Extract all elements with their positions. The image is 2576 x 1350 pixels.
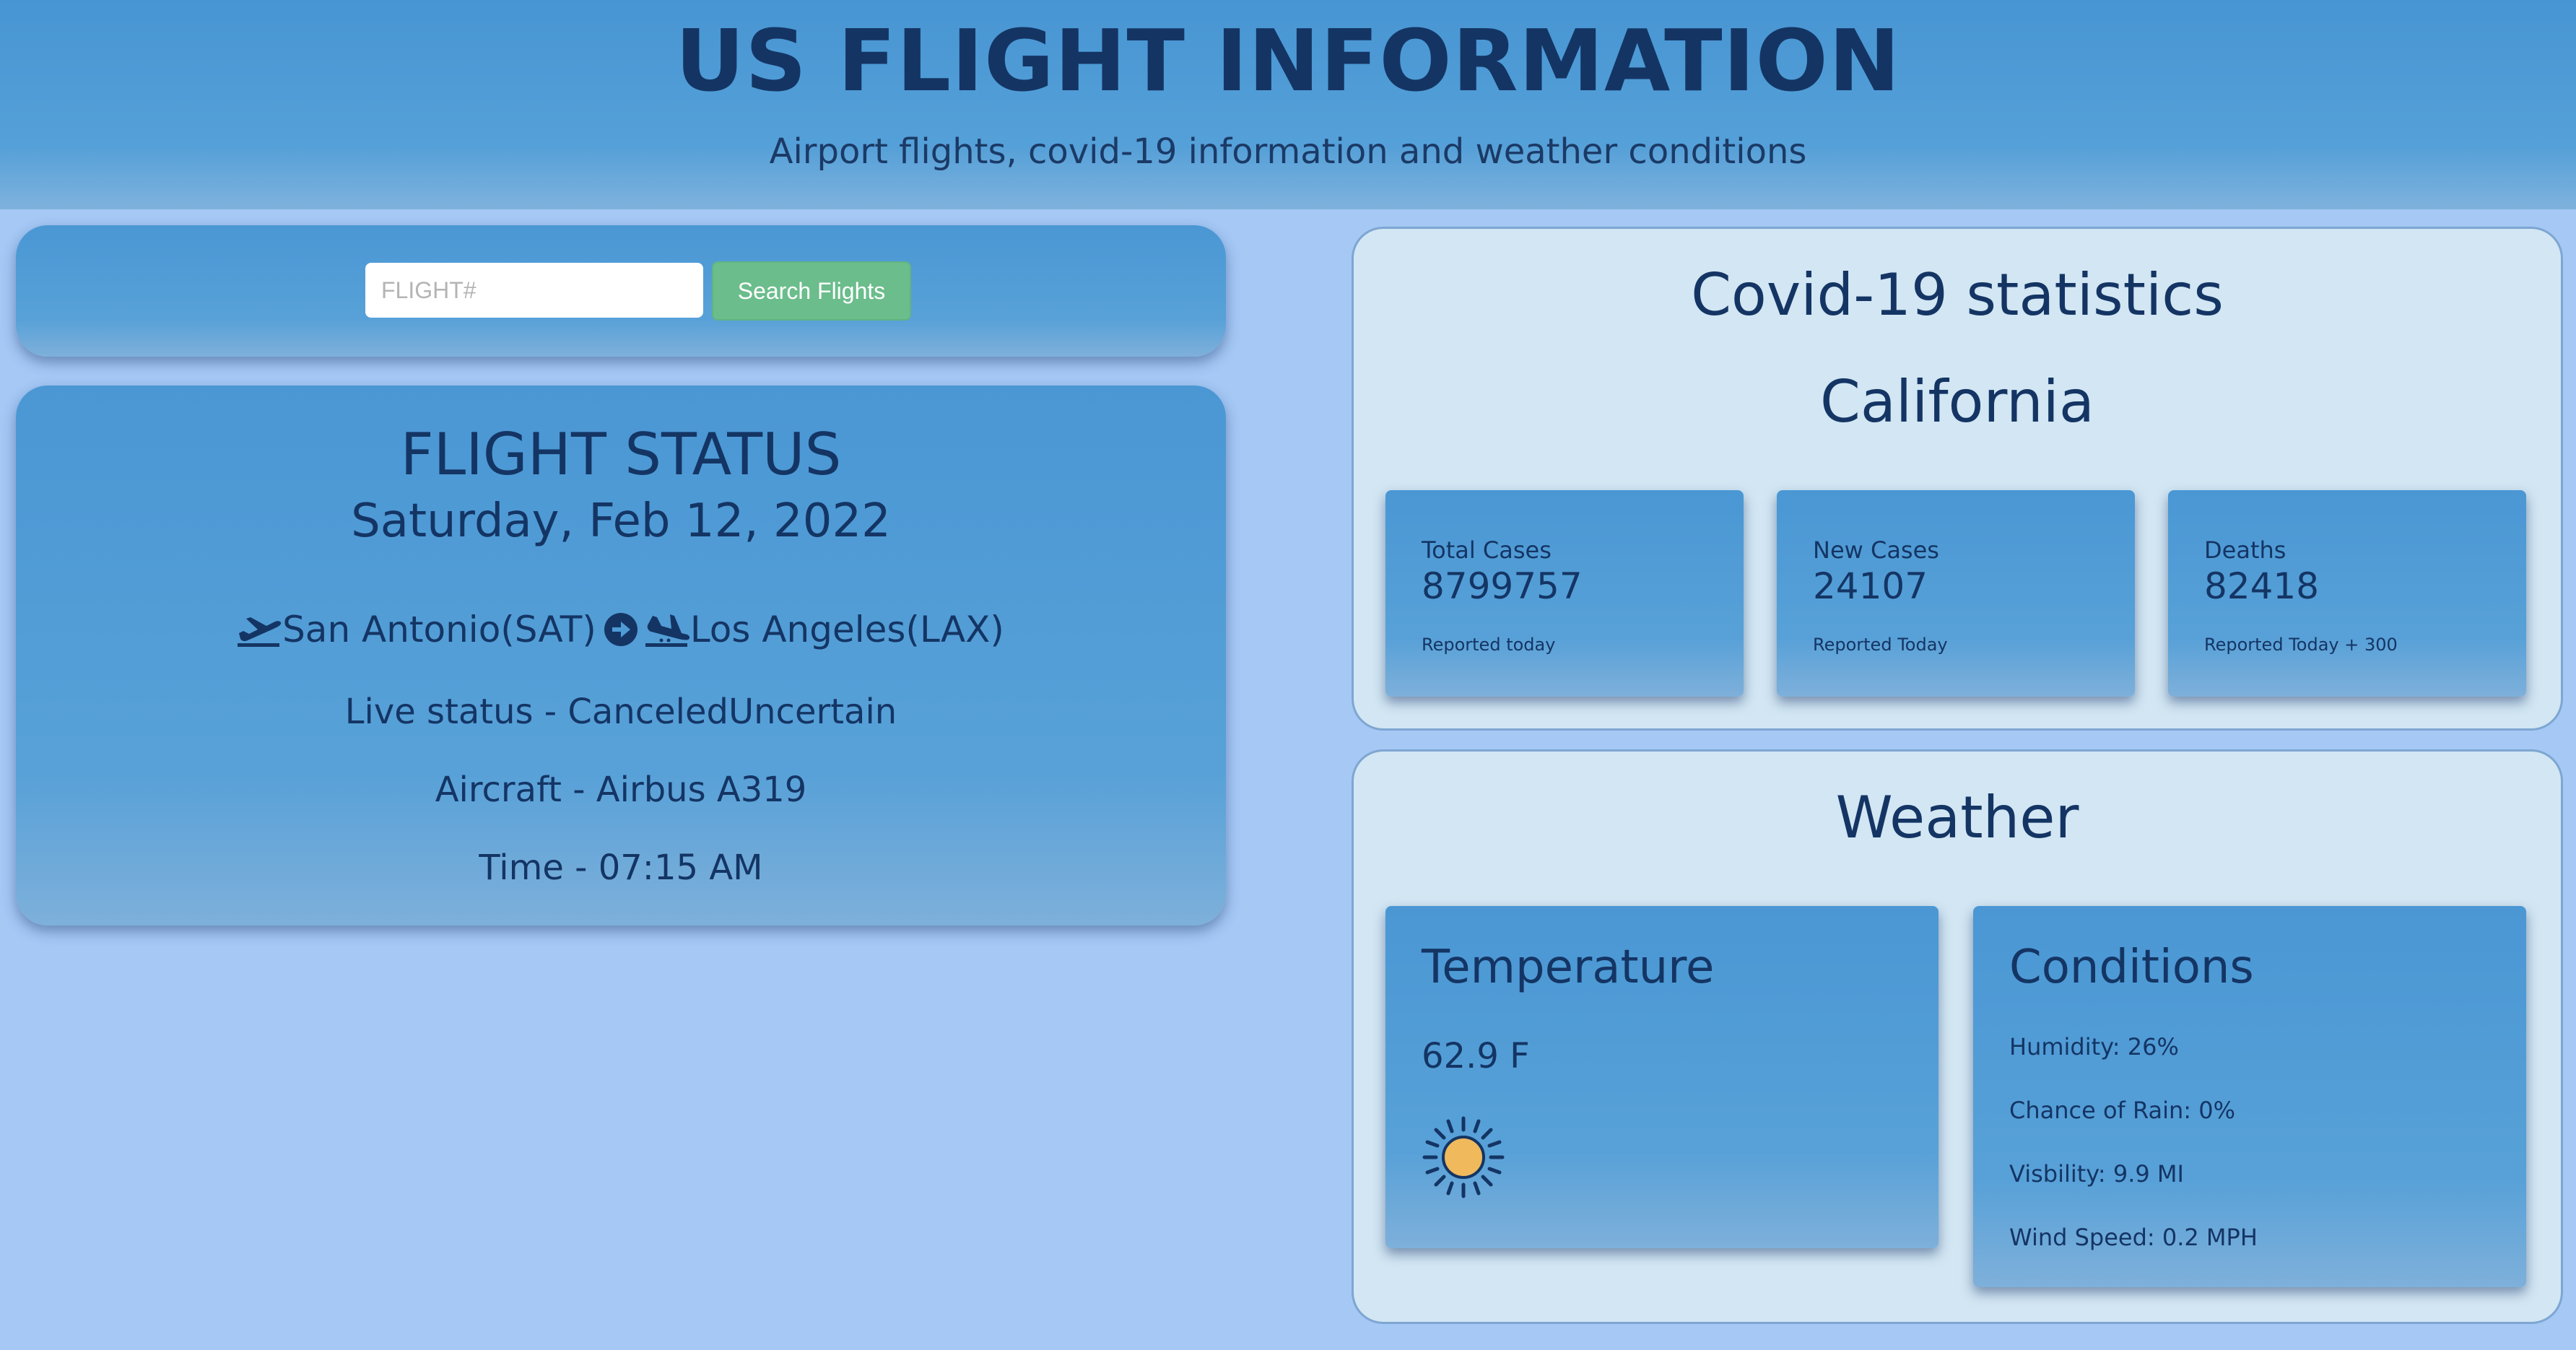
- flight-route: San Antonio(SAT) Los Angeles(LAX): [16, 606, 1226, 653]
- stat-note: Reported Today + 300: [2204, 635, 2398, 655]
- stat-value: 82418: [2204, 565, 2320, 607]
- covid-panel: Covid-19 statistics California Total Cas…: [1352, 227, 2563, 731]
- aircraft-info: Aircraft - Airbus A319: [435, 770, 807, 810]
- temperature-card: Temperature 62.9 F: [1385, 906, 1938, 1248]
- conditions-card: Conditions Humidity: 26% Chance of Rain:…: [1973, 906, 2526, 1287]
- flight-number-input[interactable]: [365, 263, 703, 318]
- flight-status-panel: FLIGHT STATUS Saturday, Feb 12, 2022 San…: [16, 386, 1226, 926]
- stat-value: 24107: [1813, 565, 1928, 607]
- weather-panel: Weather Temperature 62.9 F Conditions Hu…: [1352, 749, 2563, 1324]
- temperature-value: 62.9 F: [1422, 1036, 1530, 1076]
- total-cases-card: Total Cases 8799757 Reported today: [1385, 490, 1744, 697]
- stat-value: 8799757: [1422, 565, 1583, 607]
- weather-title: Weather: [1835, 784, 2079, 851]
- conditions-heading: Conditions: [2009, 941, 2254, 994]
- humidity-value: Humidity: 26%: [2009, 1033, 2179, 1061]
- plane-departure-icon: [238, 611, 282, 648]
- deaths-card: Deaths 82418 Reported Today + 300: [2168, 490, 2526, 697]
- new-cases-card: New Cases 24107 Reported Today: [1777, 490, 2135, 697]
- search-flights-button[interactable]: Search Flights: [712, 261, 911, 321]
- destination-airport: Los Angeles(LAX): [689, 609, 1004, 650]
- stat-label: Deaths: [2204, 536, 2286, 564]
- flight-status-heading: FLIGHT STATUS: [400, 421, 842, 488]
- arrow-circle-right-icon: [604, 612, 638, 647]
- temperature-heading: Temperature: [1422, 941, 1715, 994]
- covid-region: California: [1820, 368, 2094, 435]
- live-status: Live status - CanceledUncertain: [344, 692, 897, 732]
- page-title: US FLIGHT INFORMATION: [675, 11, 1901, 110]
- flight-date: Saturday, Feb 12, 2022: [351, 495, 891, 548]
- wind-speed-value: Wind Speed: 0.2 MPH: [2009, 1224, 2258, 1251]
- visibility-value: Visbility: 9.9 MI: [2009, 1160, 2184, 1188]
- search-panel: Search Flights: [16, 225, 1226, 357]
- stat-note: Reported today: [1422, 635, 1556, 655]
- flight-time: Time - 07:15 AM: [479, 848, 763, 888]
- stat-label: New Cases: [1813, 536, 1939, 564]
- covid-title: Covid-19 statistics: [1691, 261, 2224, 328]
- plane-arrival-icon: [645, 611, 690, 648]
- origin-airport: San Antonio(SAT): [282, 609, 596, 650]
- sun-icon: [1422, 1115, 1505, 1202]
- stat-label: Total Cases: [1422, 536, 1552, 564]
- rain-chance-value: Chance of Rain: 0%: [2009, 1097, 2236, 1124]
- stat-note: Reported Today: [1813, 635, 1948, 655]
- page-header: US FLIGHT INFORMATION Airport flights, c…: [0, 0, 2576, 209]
- page-subtitle: Airport flights, covid-19 information an…: [769, 131, 1807, 172]
